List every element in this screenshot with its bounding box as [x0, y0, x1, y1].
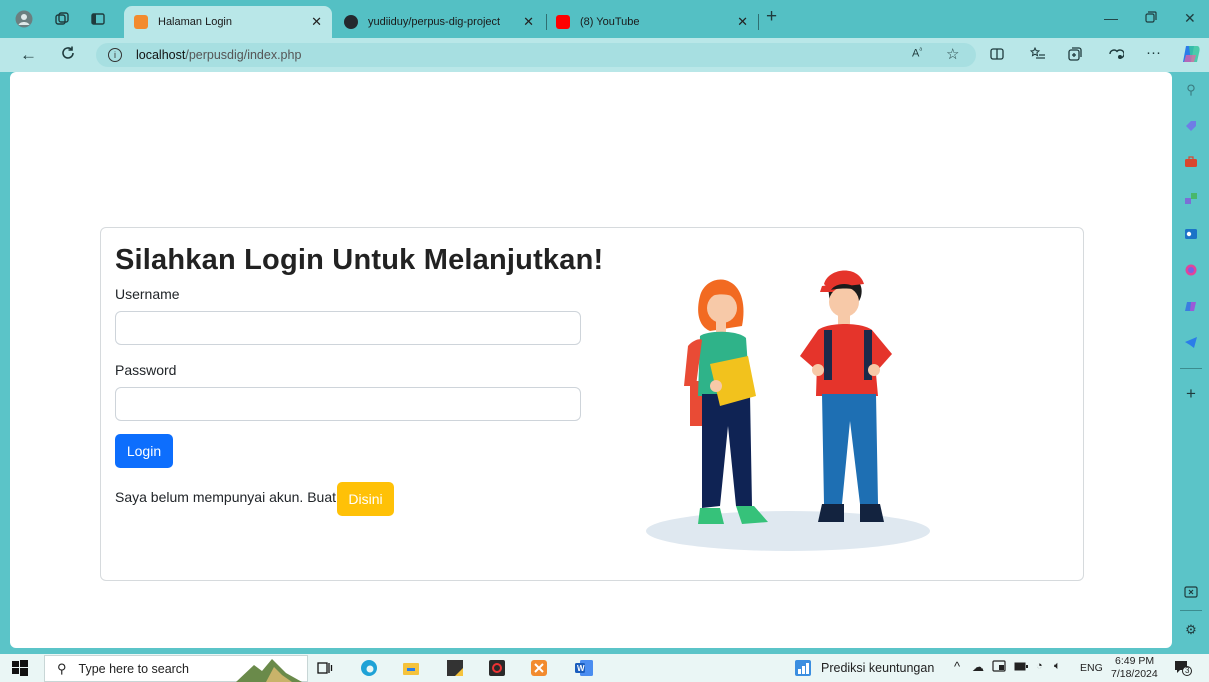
outlook-icon[interactable] [1183, 226, 1199, 242]
copilot-icon[interactable] [1180, 43, 1202, 68]
shopping-tag-icon[interactable] [1183, 118, 1199, 134]
tab-separator [758, 14, 759, 30]
youtube-favicon-icon [556, 15, 570, 29]
sticky-notes-icon[interactable] [446, 659, 464, 677]
close-tab-icon[interactable]: ✕ [311, 14, 322, 30]
onedrive-cloud-icon[interactable]: ☁ [972, 660, 984, 674]
search-placeholder: Type here to search [78, 661, 190, 676]
github-favicon-icon [344, 15, 358, 29]
search-icon: ⚲ [57, 660, 67, 676]
copilot-app-icon[interactable] [1183, 298, 1199, 314]
back-arrow-icon[interactable]: ← [20, 45, 37, 65]
tab-actions-icon[interactable] [88, 9, 108, 29]
password-input[interactable] [115, 387, 581, 421]
restore-icon[interactable] [1145, 10, 1157, 26]
address-bar-row: ← i localhost/perpusdig/index.php Aᵃ ☆ ·… [0, 38, 1209, 72]
login-card: Silahkan Login Untuk Melanjutkan! Userna… [100, 227, 1084, 581]
read-aloud-icon[interactable]: Aᵃ [912, 47, 922, 60]
notification-count: 3 [1185, 666, 1190, 675]
sidebar-divider [1180, 368, 1202, 369]
battery-icon[interactable] [1014, 662, 1028, 674]
chevron-up-icon[interactable]: ^ [954, 659, 960, 674]
drop-icon[interactable] [1183, 262, 1199, 278]
url-input[interactable]: i localhost/perpusdig/index.php [96, 43, 976, 67]
close-window-icon[interactable]: ✕ [1184, 10, 1196, 27]
tools-briefcase-icon[interactable] [1183, 154, 1199, 170]
new-tab-plus-icon[interactable]: + [766, 6, 777, 28]
clock-time[interactable]: 6:49 PM [1115, 655, 1154, 667]
site-info-icon[interactable]: i [108, 48, 122, 62]
browser-essentials-icon[interactable] [1108, 47, 1125, 64]
page-title: Silahkan Login Untuk Melanjutkan! [115, 244, 604, 276]
favorite-star-icon[interactable]: ☆ [946, 45, 959, 63]
signup-prompt: Saya belum mempunyai akun. Buat [115, 489, 337, 505]
password-label: Password [115, 362, 177, 378]
windows-start-icon[interactable] [12, 660, 28, 676]
telegram-send-icon[interactable] [1183, 334, 1199, 350]
students-illustration [646, 270, 930, 551]
workspaces-icon[interactable] [52, 9, 72, 29]
search-icon[interactable]: ⚲ [1183, 82, 1199, 98]
url-path: /perpusdig/index.php [185, 48, 302, 62]
page-viewport: Silahkan Login Untuk Melanjutkan! Userna… [10, 72, 1172, 648]
tab-title: Halaman Login [158, 16, 232, 28]
clock-date[interactable]: 7/18/2024 [1111, 668, 1158, 680]
collections-icon[interactable] [1068, 47, 1082, 64]
word-icon[interactable]: W [574, 659, 593, 677]
url-host: localhost [136, 48, 186, 62]
search-highlight-image-icon[interactable] [236, 655, 302, 682]
signup-button[interactable]: Disini [337, 482, 394, 516]
screen-capture-icon[interactable] [992, 660, 1006, 675]
hide-sidebar-icon[interactable] [1183, 584, 1199, 600]
language-indicator[interactable]: ENG [1080, 662, 1103, 674]
weather-widget-text[interactable]: Prediksi keuntungan [821, 661, 934, 675]
browser-tab-bar: Halaman Login ✕ yudiiduy/perpus-dig-proj… [0, 0, 1209, 38]
tab-title: yudiiduy/perpus-dig-project [368, 16, 501, 28]
edge-browser-icon[interactable] [360, 659, 378, 677]
favorites-list-icon[interactable] [1029, 46, 1046, 64]
profile-icon[interactable] [14, 9, 34, 29]
xampp-icon[interactable] [530, 659, 548, 677]
weather-chart-icon[interactable] [794, 659, 812, 677]
login-button[interactable]: Login [115, 434, 173, 468]
edge-sidebar: ⚲ + ⚙ [1172, 72, 1209, 648]
username-input[interactable] [115, 311, 581, 345]
refresh-icon[interactable] [60, 45, 76, 66]
tab-title: (8) YouTube [580, 16, 640, 28]
games-icon[interactable] [1183, 190, 1199, 206]
obs-recorder-icon[interactable] [488, 659, 506, 677]
tab-github[interactable]: yudiiduy/perpus-dig-project ✕ [334, 6, 544, 38]
wifi-icon[interactable]: ◔ [1036, 660, 1043, 672]
add-sidebar-app-icon[interactable]: + [1183, 384, 1199, 403]
svg-text:W: W [577, 664, 585, 673]
task-view-icon[interactable] [316, 659, 334, 677]
more-menu-icon[interactable]: ··· [1146, 44, 1161, 61]
sidebar-divider [1180, 610, 1202, 611]
username-label: Username [115, 286, 180, 302]
tab-halaman-login[interactable]: Halaman Login ✕ [124, 6, 332, 38]
minimize-icon[interactable]: — [1104, 10, 1118, 26]
split-screen-icon[interactable] [990, 47, 1004, 64]
xampp-favicon-icon [134, 15, 148, 29]
sidebar-settings-gear-icon[interactable]: ⚙ [1183, 622, 1199, 638]
windows-taskbar: ⚲ Type here to search W Prediksi keuntun… [0, 654, 1209, 682]
tab-youtube[interactable]: (8) YouTube ✕ [546, 6, 758, 38]
close-tab-icon[interactable]: ✕ [737, 14, 748, 30]
speaker-icon[interactable]: 🔈︎ [1054, 660, 1061, 673]
close-tab-icon[interactable]: ✕ [523, 14, 534, 30]
file-explorer-icon[interactable] [402, 659, 420, 677]
